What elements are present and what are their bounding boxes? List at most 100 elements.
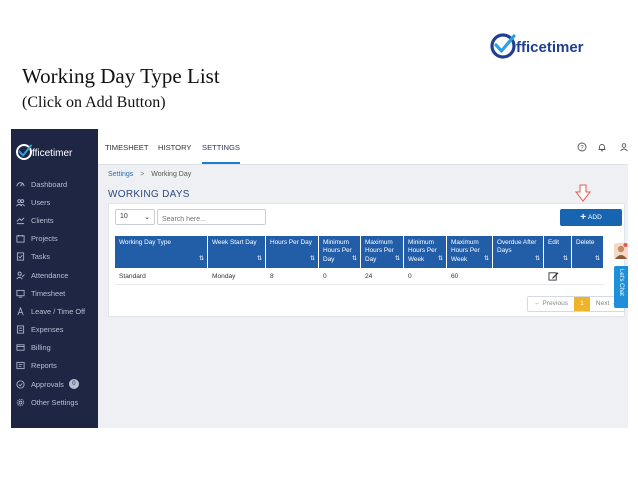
sidebar-item-label: Reports <box>31 361 57 371</box>
leave-icon <box>16 306 25 316</box>
cell-overdue-after-days <box>493 268 544 284</box>
sidebar-item-label: Expenses <box>31 325 64 335</box>
sidebar-item-tasks[interactable]: Tasks <box>11 248 98 266</box>
sidebar-logo-text: fficetimer <box>32 148 73 159</box>
sort-icon: ⇅ <box>351 255 357 262</box>
page-size-value: 10 <box>120 213 128 220</box>
cell-edit <box>544 268 572 284</box>
tab-settings[interactable]: SETTINGS <box>202 143 240 152</box>
cell-min-hours-per-day: 0 <box>323 273 327 280</box>
cell-max-hours-per-week: 60 <box>451 273 459 280</box>
sidebar-item-label: Attendance <box>31 270 69 280</box>
sidebar-item-label: Projects <box>31 234 58 244</box>
sidebar-item-label: Other Settings <box>31 397 79 407</box>
breadcrumb: Settings > Working Day <box>108 171 191 178</box>
help-icon[interactable]: ? <box>577 142 587 152</box>
sidebar-item-label: Billing <box>31 343 51 353</box>
breadcrumb-settings-link[interactable]: Settings <box>108 171 133 178</box>
sidebar-item-reports[interactable]: Reports <box>11 357 98 375</box>
sidebar: fficetimer Dashboard Users Clients Proje… <box>11 129 98 428</box>
page-title: WORKING DAYS <box>108 189 190 200</box>
sort-icon: ⇅ <box>394 255 400 262</box>
cell-min-hours-per-week: 0 <box>408 273 412 280</box>
sort-icon: ⇅ <box>309 255 315 262</box>
breadcrumb-separator: > <box>140 171 145 178</box>
sidebar-item-label: Timesheet <box>31 288 66 298</box>
breadcrumb-current: Working Day <box>151 171 192 178</box>
attendance-icon <box>16 271 25 280</box>
bell-icon[interactable] <box>597 142 607 152</box>
sort-icon: ⇅ <box>534 255 540 262</box>
sidebar-item-expenses[interactable]: Expenses <box>11 321 98 339</box>
tab-timesheet[interactable]: TIMESHEET <box>105 143 148 152</box>
column-header-max-hours-per-week[interactable]: Maximum Hours Per Week ⇅ <box>447 236 493 268</box>
expenses-icon <box>16 325 25 334</box>
chevron-down-icon: ⌄ <box>144 214 150 221</box>
arrow-down-annotation-icon <box>574 184 592 202</box>
slide-subtitle: (Click on Add Button) <box>22 94 166 111</box>
table-row: Standard Monday 8 0 24 0 60 <box>115 268 604 285</box>
sidebar-item-approvals[interactable]: Approvals 0 <box>11 375 98 393</box>
sidebar-item-leave[interactable]: Leave / Time Off <box>11 302 98 320</box>
table-header: Working Day Type ⇅ Week Start Day ⇅ Hours … <box>115 236 604 268</box>
column-header-overdue-after-days[interactable]: Overdue After Days ⇅ <box>493 236 544 268</box>
pagination-page-current[interactable]: 1 <box>574 297 590 311</box>
sidebar-item-attendance[interactable]: Attendance <box>11 266 98 284</box>
cell-max-hours-per-day: 24 <box>365 273 373 280</box>
column-header-min-hours-per-week[interactable]: Minimum Hours Per Week ⇅ <box>404 236 447 268</box>
app-screenshot: fficetimer Dashboard Users Clients Proje… <box>11 129 628 428</box>
sidebar-item-timesheet[interactable]: Timesheet <box>11 284 98 302</box>
projects-icon <box>16 234 25 243</box>
top-navbar: TIMESHEET HISTORY SETTINGS ? <box>98 129 628 165</box>
dashboard-icon <box>16 180 25 189</box>
slide-title: Working Day Type List <box>22 64 220 88</box>
billing-icon <box>16 343 25 352</box>
column-header-delete[interactable]: Delete ⇅ <box>572 236 604 268</box>
column-header-working-day-type[interactable]: Working Day Type ⇅ <box>115 236 208 268</box>
add-button[interactable]: + ADD <box>560 209 622 226</box>
sidebar-item-users[interactable]: Users <box>11 193 98 211</box>
column-header-hours-per-day[interactable]: Hours Per Day ⇅ <box>266 236 319 268</box>
pagination-previous[interactable]: ← Previous <box>528 297 574 311</box>
pagination: ← Previous 1 Next → <box>527 296 625 312</box>
cell-week-start-day: Monday <box>212 273 236 280</box>
lets-chat-tab[interactable]: Let's Chat <box>614 266 628 308</box>
add-button-label: ADD <box>588 214 602 221</box>
search-input[interactable] <box>157 209 266 225</box>
sidebar-item-billing[interactable]: Billing <box>11 339 98 357</box>
sidebar-item-dashboard[interactable]: Dashboard <box>11 175 98 193</box>
edit-icon[interactable] <box>548 271 559 281</box>
sidebar-item-clients[interactable]: Clients <box>11 211 98 229</box>
sidebar-logo: fficetimer <box>15 141 93 163</box>
support-avatar[interactable] <box>614 243 628 259</box>
chat-tab-label: Let's Chat <box>618 269 624 296</box>
plus-icon: + <box>580 212 587 223</box>
sidebar-item-label: Approvals <box>31 379 64 389</box>
sort-icon: ⇅ <box>483 255 489 262</box>
sidebar-item-label: Dashboard <box>31 179 68 189</box>
sort-icon: ⇅ <box>198 255 204 262</box>
sidebar-item-projects[interactable]: Projects <box>11 230 98 248</box>
reports-icon <box>16 361 25 370</box>
approvals-icon <box>16 380 25 389</box>
cell-hours-per-day: 8 <box>270 273 274 280</box>
page-size-select[interactable]: 10 ⌄ <box>115 209 155 225</box>
logo-text: fficetimer <box>516 39 584 56</box>
tab-history[interactable]: HISTORY <box>158 143 191 152</box>
sidebar-item-label: Users <box>31 197 51 207</box>
clients-icon <box>16 216 25 225</box>
active-tab-indicator <box>202 162 240 164</box>
tasks-icon <box>16 252 25 261</box>
column-header-week-start-day[interactable]: Week Start Day ⇅ <box>208 236 266 268</box>
column-header-edit[interactable]: Edit ⇅ <box>544 236 572 268</box>
sidebar-item-other-settings[interactable]: Other Settings <box>11 393 98 411</box>
column-header-min-hours-per-day[interactable]: Minimum Hours Per Day ⇅ <box>319 236 361 268</box>
settings-icon <box>16 398 25 407</box>
cell-delete <box>572 268 604 284</box>
sort-icon: ⇅ <box>437 255 443 262</box>
column-header-max-hours-per-day[interactable]: Maximum Hours Per Day ⇅ <box>361 236 404 268</box>
sidebar-item-label: Leave / Time Off <box>31 306 86 316</box>
approvals-count-badge: 0 <box>68 379 79 390</box>
timesheet-icon <box>16 289 25 298</box>
user-profile-icon[interactable] <box>619 142 628 152</box>
